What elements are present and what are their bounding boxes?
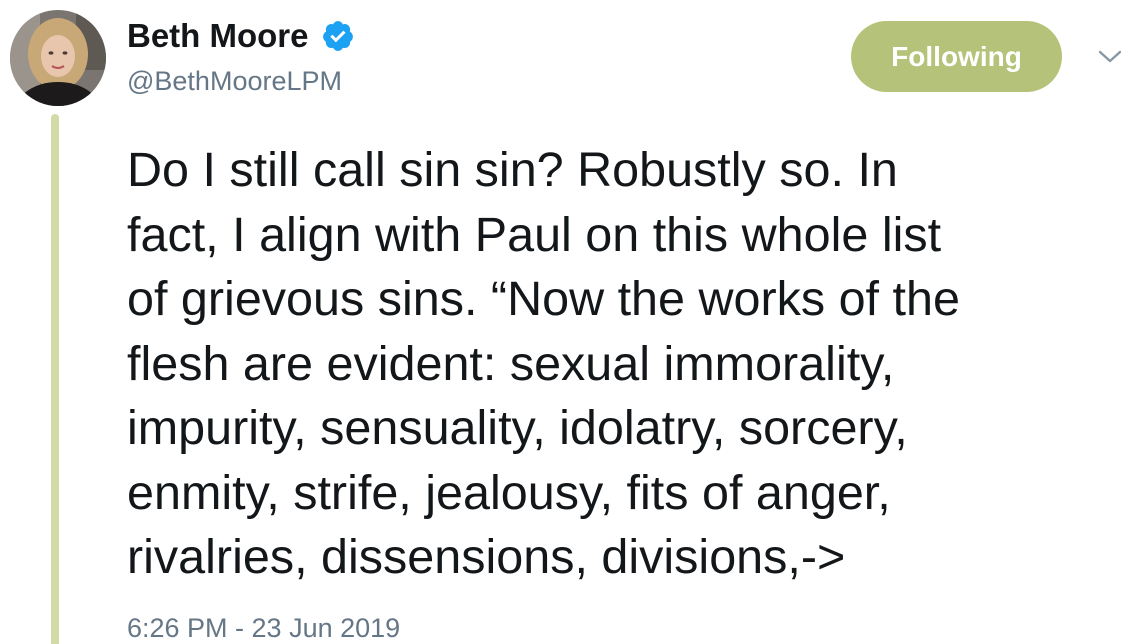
avatar-image bbox=[10, 10, 106, 106]
tweet-text-line: impurity, sensuality, idolatry, sorcery, bbox=[127, 401, 908, 455]
tweet-text-line: fact, I align with Paul on this whole li… bbox=[127, 207, 942, 262]
author-name-row: Beth Moore bbox=[127, 16, 355, 56]
thread-line bbox=[51, 114, 59, 644]
tweet-timestamp-link[interactable]: 6:26 PM - 23 Jun 2019 bbox=[127, 612, 400, 644]
chevron-down-icon[interactable] bbox=[1097, 48, 1123, 66]
tweet-text-line: enmity, strife, jealousy, fits of anger, bbox=[127, 465, 891, 520]
tweet-text-line: of grievous sins. “Now the works of the bbox=[127, 272, 960, 326]
tweet-card: Beth Moore @BethMooreLPM Following Do I … bbox=[0, 0, 1137, 644]
tweet-text-line: flesh are evident: sexual immorality, bbox=[127, 336, 895, 391]
following-button[interactable]: Following bbox=[851, 21, 1062, 92]
avatar[interactable] bbox=[10, 10, 106, 106]
tweet-text-line: Do I still call sin sin? Robustly so. In bbox=[127, 143, 898, 197]
tweet-text: Do I still call sin sin? Robustly so. In… bbox=[127, 138, 1122, 590]
author-handle[interactable]: @BethMooreLPM bbox=[127, 64, 342, 98]
verified-badge-icon bbox=[321, 19, 355, 53]
author-display-name[interactable]: Beth Moore bbox=[127, 16, 309, 56]
tweet-text-line: rivalries, dissensions, divisions,-> bbox=[127, 530, 846, 584]
